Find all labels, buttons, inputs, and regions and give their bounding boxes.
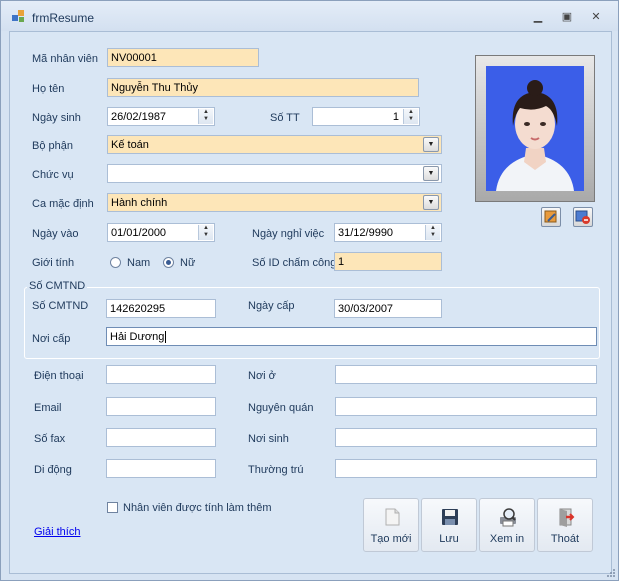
app-icon xyxy=(12,10,24,22)
issue-place-field[interactable]: Hải Dương xyxy=(106,327,597,346)
employee-id-field[interactable]: NV00001 xyxy=(107,48,259,67)
text-caret xyxy=(165,331,167,343)
new-button[interactable]: Tạo mới xyxy=(363,498,419,552)
birthplace-label: Nơi sinh xyxy=(248,433,289,445)
start-date-picker[interactable]: 01/01/2000 ▲ ▼ xyxy=(107,223,215,242)
employee-id-label: Mã nhân viên xyxy=(32,53,99,65)
issue-date-label: Ngày cấp xyxy=(248,300,295,312)
overtime-checkbox[interactable] xyxy=(107,502,118,513)
position-combo[interactable]: ▼ xyxy=(107,164,442,183)
form-body: Mã nhân viên NV00001 Họ tên Nguyễn Thu T… xyxy=(9,31,612,574)
id-card-group-title: Số CMTND xyxy=(27,280,88,292)
email-field[interactable] xyxy=(106,397,216,416)
exit-button[interactable]: Thoát xyxy=(537,498,593,552)
residence-label: Nơi ở xyxy=(248,370,276,382)
issue-place-value: Hải Dương xyxy=(110,331,165,343)
start-date-value: 01/01/2000 xyxy=(111,227,167,239)
default-shift-label: Ca mặc định xyxy=(32,198,94,210)
end-date-value: 31/12/9990 xyxy=(338,227,394,239)
order-number-label: Số TT xyxy=(270,112,300,124)
full-name-field[interactable]: Nguyễn Thu Thủy xyxy=(107,78,419,97)
birthplace-field[interactable] xyxy=(335,428,597,447)
help-link[interactable]: Giải thích xyxy=(34,526,80,538)
print-preview-icon xyxy=(500,508,516,527)
order-number-field[interactable]: 1 ▲ ▼ xyxy=(312,107,420,126)
id-number-field[interactable]: 142620295 xyxy=(106,299,216,318)
gender-male-label: Nam xyxy=(127,257,151,269)
position-label: Chức vụ xyxy=(32,169,74,181)
permanent-address-field[interactable] xyxy=(335,459,597,478)
delete-photo-icon xyxy=(575,210,590,224)
hometown-field[interactable] xyxy=(335,397,597,416)
department-combo[interactable]: Kế toán ▼ xyxy=(107,135,442,154)
mobile-label: Di động xyxy=(34,464,72,476)
start-date-spinner[interactable]: ▲ ▼ xyxy=(198,225,213,240)
order-number-value: 1 xyxy=(392,111,399,123)
title-bar: frmResume ▁ ▣ ✕ xyxy=(1,1,618,31)
email-label: Email xyxy=(34,402,62,414)
phone-field[interactable] xyxy=(106,365,216,384)
new-button-label: Tạo mới xyxy=(370,533,412,545)
residence-field[interactable] xyxy=(335,365,597,384)
overtime-checkbox-label: Nhân viên được tính làm thêm xyxy=(123,502,272,514)
department-label: Bộ phận xyxy=(32,140,73,152)
end-date-label: Ngày nghỉ việc xyxy=(252,228,325,240)
new-document-icon xyxy=(385,508,400,526)
id-card-group xyxy=(24,287,600,359)
permanent-address-label: Thường trú xyxy=(248,464,304,476)
maximize-icon[interactable]: ▣ xyxy=(557,10,577,24)
window-title: frmResume xyxy=(32,11,95,25)
chevron-down-icon[interactable]: ▼ xyxy=(423,195,439,210)
close-icon[interactable]: ✕ xyxy=(586,10,606,24)
employee-photo xyxy=(486,66,584,191)
gender-female-label: Nữ xyxy=(180,257,196,269)
print-preview-button[interactable]: Xem in xyxy=(479,498,535,552)
save-icon xyxy=(442,509,458,525)
issue-place-label: Nơi cấp xyxy=(32,333,71,345)
fax-field[interactable] xyxy=(106,428,216,447)
full-name-label: Họ tên xyxy=(32,83,65,95)
chevron-down-icon[interactable]: ▼ xyxy=(423,137,439,152)
default-shift-value: Hành chính xyxy=(111,197,168,209)
end-date-spinner[interactable]: ▲ ▼ xyxy=(425,225,440,240)
end-date-picker[interactable]: 31/12/9990 ▲ ▼ xyxy=(334,223,442,242)
print-preview-button-label: Xem in xyxy=(489,533,525,545)
chevron-down-icon[interactable]: ▼ xyxy=(423,166,439,181)
order-number-spinner[interactable]: ▲ ▼ xyxy=(403,109,418,124)
gender-label: Giới tính xyxy=(32,257,75,269)
edit-photo-button[interactable] xyxy=(541,207,561,227)
default-shift-combo[interactable]: Hành chính ▼ xyxy=(107,193,442,212)
birth-date-value: 26/02/1987 xyxy=(111,111,167,123)
hometown-label: Nguyên quán xyxy=(248,402,314,414)
exit-door-icon xyxy=(559,508,575,527)
portrait-image xyxy=(486,66,584,191)
employee-photo-frame xyxy=(475,55,595,202)
phone-label: Điện thoại xyxy=(34,370,84,382)
birth-date-spinner[interactable]: ▲ ▼ xyxy=(198,109,213,124)
minimize-icon[interactable]: ▁ xyxy=(528,10,548,24)
exit-button-label: Thoát xyxy=(550,533,580,545)
gender-female-radio[interactable] xyxy=(163,257,174,268)
save-button[interactable]: Lưu xyxy=(421,498,477,552)
birth-date-picker[interactable]: 26/02/1987 ▲ ▼ xyxy=(107,107,215,126)
birth-date-label: Ngày sinh xyxy=(32,112,81,124)
window: frmResume ▁ ▣ ✕ Mã nhân viên NV00001 Họ … xyxy=(0,0,619,581)
save-button-label: Lưu xyxy=(439,533,459,545)
attendance-id-field[interactable]: 1 xyxy=(334,252,442,271)
mobile-field[interactable] xyxy=(106,459,216,478)
gender-male-radio[interactable] xyxy=(110,257,121,268)
department-value: Kế toán xyxy=(111,139,149,151)
issue-date-field[interactable]: 30/03/2007 xyxy=(334,299,442,318)
attendance-id-label: Số ID chấm công xyxy=(252,257,337,269)
resize-grip-icon[interactable] xyxy=(606,568,616,578)
edit-photo-icon xyxy=(544,210,557,223)
delete-photo-button[interactable] xyxy=(573,207,593,227)
fax-label: Số fax xyxy=(34,433,66,445)
id-number-label: Số CMTND xyxy=(32,300,89,312)
start-date-label: Ngày vào xyxy=(32,228,79,240)
